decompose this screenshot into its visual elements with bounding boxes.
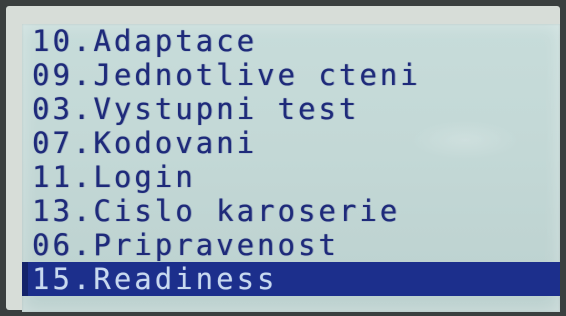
menu-item-label: 09.Jednotlive cteni	[32, 58, 421, 92]
menu-item-vystupni-test[interactable]: 03.Vystupni test	[22, 92, 560, 126]
menu-item-cislo-karoserie[interactable]: 13.Cislo karoserie	[22, 194, 560, 228]
menu-item-kodovani[interactable]: 07.Kodovani	[22, 126, 560, 160]
menu-item-label: 13.Cislo karoserie	[32, 194, 401, 228]
menu-item-label: 15.Readiness	[32, 262, 278, 296]
menu-item-pripravenost[interactable]: 06.Pripravenost	[22, 228, 560, 262]
menu-item-label: 10.Adaptace	[32, 24, 258, 58]
screen-bezel: 10.Adaptace 09.Jednotlive cteni 03.Vystu…	[6, 6, 560, 312]
menu-item-label: 06.Pripravenost	[32, 228, 339, 262]
menu-item-jednotlive-cteni[interactable]: 09.Jednotlive cteni	[22, 58, 560, 92]
diagnostic-device: 10.Adaptace 09.Jednotlive cteni 03.Vystu…	[0, 0, 566, 316]
menu-item-adaptace[interactable]: 10.Adaptace	[22, 24, 560, 58]
selection-marker	[22, 262, 28, 296]
menu-item-login[interactable]: 11.Login	[22, 160, 560, 194]
menu-item-readiness-selected[interactable]: 15.Readiness	[22, 262, 560, 296]
menu-item-label: 07.Kodovani	[32, 126, 258, 160]
menu-item-label: 11.Login	[32, 160, 196, 194]
menu-item-label: 03.Vystupni test	[32, 92, 360, 126]
diagnostic-menu: 10.Adaptace 09.Jednotlive cteni 03.Vystu…	[22, 24, 560, 296]
lcd-screen: 10.Adaptace 09.Jednotlive cteni 03.Vystu…	[22, 24, 560, 312]
